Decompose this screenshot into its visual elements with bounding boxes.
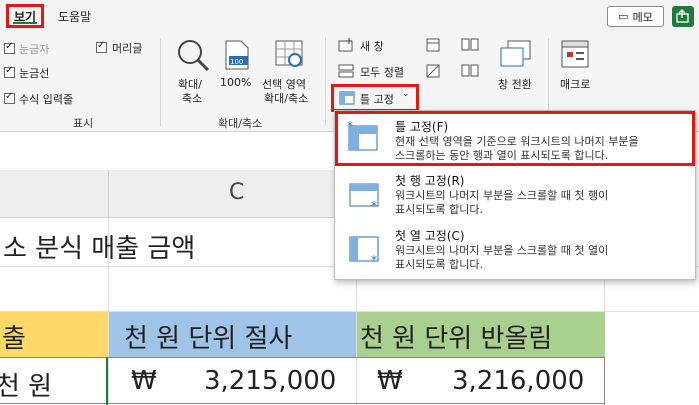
gridlines-checkbox[interactable] xyxy=(4,65,15,78)
menu-item-desc: 표시되도록 합니다. xyxy=(395,258,483,271)
value-cell-blue[interactable]: 3,215,000 xyxy=(204,366,336,396)
column-header-c[interactable]: C xyxy=(229,180,244,205)
grid-line xyxy=(0,357,604,358)
currency-symbol-blue: ₩ xyxy=(131,366,157,396)
menu-item-desc: 현재 선택 영역을 기준으로 워크시트의 나머지 부분을 xyxy=(395,135,639,148)
title-cell[interactable]: 소 분식 매출 금액 xyxy=(3,228,195,265)
svg-text:100: 100 xyxy=(230,58,243,66)
switch-windows-icon[interactable] xyxy=(500,40,532,70)
headings-label: 머리글 xyxy=(112,42,143,55)
svg-text:*: * xyxy=(371,199,377,212)
view-side-by-side-icon[interactable] xyxy=(461,38,479,52)
zoom-to-selection-icon[interactable] xyxy=(275,40,305,70)
column-header-bar xyxy=(0,170,360,218)
grid-line xyxy=(106,357,108,405)
grid-line xyxy=(604,357,605,405)
show-group-label: 표시 xyxy=(73,117,94,130)
menu-item-desc: 워크시트의 나머지 부분을 스크롤할 때 첫 열이 xyxy=(395,244,609,257)
tab-view-label: 보기 xyxy=(13,9,37,24)
hundred-percent-label: 100% xyxy=(220,76,252,89)
value-cell-green[interactable]: 3,216,000 xyxy=(452,366,584,396)
menu-item-desc: 스크롤하는 동안 행과 열이 표시되도록 합니다. xyxy=(395,149,609,162)
menu-item-desc: 워크시트의 나머지 부분을 스크롤할 때 첫 행이 xyxy=(395,189,609,202)
arrange-all-icon xyxy=(338,64,354,78)
menu-item-title: 첫 열 고정(C) xyxy=(395,229,465,243)
formula-bar-label: 수식 입력줄 xyxy=(19,93,74,106)
split-icon[interactable] xyxy=(426,38,440,52)
macros-label: 매크로 xyxy=(560,78,591,91)
hundred-percent-icon[interactable]: 100 xyxy=(224,40,250,70)
gridlines-label: 눈금선 xyxy=(19,67,50,80)
divider xyxy=(160,38,161,126)
memo-label: 메모 xyxy=(632,10,653,24)
menu-item-desc: 표시되도록 합니다. xyxy=(395,203,483,216)
zoom-selection-label-2: 확대/축소 xyxy=(264,92,309,105)
freeze-top-row-icon: * xyxy=(349,183,379,212)
menu-item-title: 첫 행 고정(R) xyxy=(395,174,465,188)
tab-help[interactable]: 도움말 xyxy=(58,8,91,25)
switch-windows-label: 창 전환 xyxy=(498,78,532,91)
menu-item-title: 틀 고정(F) xyxy=(395,120,449,134)
freeze-panes-icon: * xyxy=(347,120,378,151)
new-window-icon xyxy=(338,38,353,52)
ruler-checkbox[interactable] xyxy=(4,41,15,54)
column-divider xyxy=(108,170,109,218)
formula-bar-checkbox[interactable] xyxy=(4,91,15,104)
grid-line xyxy=(0,403,604,404)
share-button[interactable] xyxy=(672,6,694,27)
ribbon-tab-bar xyxy=(0,0,699,32)
headings-checkbox[interactable] xyxy=(96,40,107,53)
zoom-group-label: 확대/축소 xyxy=(218,117,263,130)
hide-icon[interactable] xyxy=(426,64,440,78)
new-window-button[interactable]: 새 창 xyxy=(360,38,384,54)
freeze-panes-label: 틀 고정 xyxy=(360,93,394,106)
tab-view[interactable]: 보기 xyxy=(6,4,44,28)
ruler-label: 눈금자 xyxy=(19,43,50,56)
synchronous-scrolling-icon[interactable] xyxy=(461,64,479,78)
zoom-magnifier-icon[interactable] xyxy=(176,38,210,72)
divider xyxy=(325,38,326,126)
currency-symbol-green: ₩ xyxy=(377,366,403,396)
svg-text:*: * xyxy=(347,120,353,133)
comment-icon: ▭ xyxy=(618,10,629,23)
header-blue-text: 천 원 단위 절사 xyxy=(124,324,293,354)
freeze-panes-icon xyxy=(339,91,355,105)
share-icon xyxy=(676,9,689,23)
header-left-text: 출 xyxy=(2,324,26,354)
macros-icon[interactable] xyxy=(561,40,591,70)
arrange-all-button[interactable]: 모두 정렬 xyxy=(360,64,404,80)
zoom-label-2: 축소 xyxy=(182,92,203,105)
memo-button[interactable]: ▭ 메모 xyxy=(607,6,664,27)
row-left-text[interactable]: 천 원 xyxy=(0,366,52,403)
chevron-down-icon: ⌄ xyxy=(402,89,410,99)
header-green-text: 천 원 단위 반올림 xyxy=(360,324,553,354)
svg-text:*: * xyxy=(371,253,377,266)
freeze-first-column-icon: * xyxy=(349,236,379,266)
